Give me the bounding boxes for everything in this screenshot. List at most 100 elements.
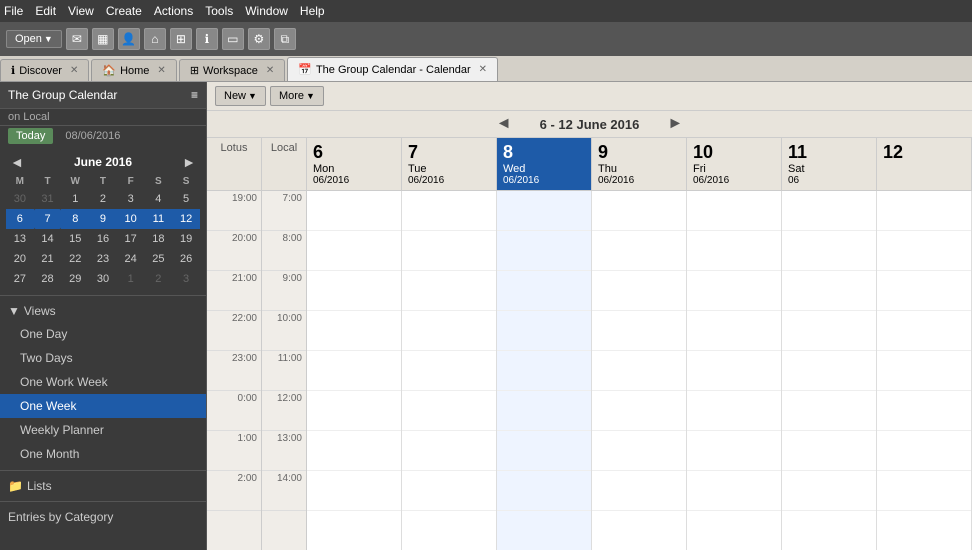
- day-time-slot[interactable]: [592, 191, 686, 231]
- menu-edit[interactable]: Edit: [35, 4, 56, 18]
- mini-cal-day[interactable]: 13: [6, 229, 34, 249]
- day-time-slot[interactable]: [877, 351, 971, 391]
- mini-cal-day[interactable]: 14: [34, 229, 62, 249]
- mini-cal-day[interactable]: 28: [34, 269, 62, 289]
- calendar-day-col[interactable]: [307, 191, 402, 550]
- day-time-slot[interactable]: [497, 231, 591, 271]
- day-time-slot[interactable]: [592, 231, 686, 271]
- day-time-slot[interactable]: [782, 471, 876, 511]
- tab-workspace-close[interactable]: ✕: [266, 65, 274, 76]
- day-time-slot[interactable]: [782, 271, 876, 311]
- apps-icon[interactable]: ⊞: [170, 28, 192, 50]
- day-time-slot[interactable]: [687, 231, 781, 271]
- tab-workspace[interactable]: ⊞ Workspace ✕: [179, 59, 285, 81]
- mini-cal-day[interactable]: 2: [89, 189, 117, 209]
- day-time-slot[interactable]: [877, 471, 971, 511]
- cal-prev-button[interactable]: ◄: [488, 115, 520, 133]
- sidebar-item-one-work-week[interactable]: One Work Week: [0, 370, 206, 394]
- sidebar-item-weekly-planner[interactable]: Weekly Planner: [0, 418, 206, 442]
- mini-cal-day[interactable]: 19: [172, 229, 200, 249]
- mini-cal-day[interactable]: 20: [6, 249, 34, 269]
- mini-cal-day[interactable]: 11: [145, 209, 173, 229]
- day-time-slot[interactable]: [497, 351, 591, 391]
- day-time-slot[interactable]: [402, 191, 496, 231]
- mini-cal-day[interactable]: 18: [145, 229, 173, 249]
- menu-actions[interactable]: Actions: [154, 4, 193, 18]
- tab-home-close[interactable]: ✕: [157, 65, 165, 76]
- mini-cal-day[interactable]: 3: [117, 189, 145, 209]
- day-time-slot[interactable]: [307, 191, 401, 231]
- day-time-slot[interactable]: [402, 431, 496, 471]
- new-button[interactable]: New ▼: [215, 86, 266, 106]
- mini-cal-day[interactable]: 3: [172, 269, 200, 289]
- day-time-slot[interactable]: [877, 271, 971, 311]
- menu-help[interactable]: Help: [300, 4, 325, 18]
- day-time-slot[interactable]: [402, 391, 496, 431]
- tools-icon[interactable]: ⚙: [248, 28, 270, 50]
- tab-discover-close[interactable]: ✕: [70, 65, 78, 76]
- day-time-slot[interactable]: [402, 471, 496, 511]
- day-time-slot[interactable]: [687, 311, 781, 351]
- day-time-slot[interactable]: [307, 351, 401, 391]
- day-time-slot[interactable]: [782, 191, 876, 231]
- monitor-icon[interactable]: ▭: [222, 28, 244, 50]
- mini-cal-next[interactable]: ►: [178, 154, 200, 170]
- open-button[interactable]: Open ▼: [6, 30, 62, 48]
- home-icon[interactable]: ⌂: [144, 28, 166, 50]
- menu-file[interactable]: File: [4, 4, 23, 18]
- day-time-slot[interactable]: [687, 471, 781, 511]
- mini-cal-day[interactable]: 7: [34, 209, 62, 229]
- menu-tools[interactable]: Tools: [205, 4, 233, 18]
- tab-discover[interactable]: ℹ Discover ✕: [0, 59, 89, 81]
- day-time-slot[interactable]: [877, 231, 971, 271]
- today-button[interactable]: Today: [8, 128, 53, 144]
- day-time-slot[interactable]: [877, 311, 971, 351]
- mini-cal-day[interactable]: 30: [6, 189, 34, 209]
- lists-header[interactable]: 📁 Lists: [0, 475, 206, 497]
- day-time-slot[interactable]: [877, 391, 971, 431]
- mini-cal-day[interactable]: 10: [117, 209, 145, 229]
- sidebar-item-two-days[interactable]: Two Days: [0, 346, 206, 370]
- day-time-slot[interactable]: [592, 351, 686, 391]
- menu-view[interactable]: View: [68, 4, 94, 18]
- day-time-slot[interactable]: [782, 351, 876, 391]
- sidebar-item-one-month[interactable]: One Month: [0, 442, 206, 466]
- entries-header[interactable]: Entries by Category: [0, 506, 206, 528]
- day-time-slot[interactable]: [877, 431, 971, 471]
- copy-icon[interactable]: ⧉: [274, 28, 296, 50]
- mini-cal-day[interactable]: 31: [34, 189, 62, 209]
- day-time-slot[interactable]: [782, 431, 876, 471]
- mini-cal-day[interactable]: 4: [145, 189, 173, 209]
- day-time-slot[interactable]: [877, 191, 971, 231]
- day-time-slot[interactable]: [307, 271, 401, 311]
- tab-group-calendar-close[interactable]: ✕: [479, 64, 487, 75]
- day-time-slot[interactable]: [307, 231, 401, 271]
- mini-cal-day[interactable]: 17: [117, 229, 145, 249]
- mini-cal-day[interactable]: 6: [6, 209, 34, 229]
- mini-cal-day[interactable]: 29: [61, 269, 89, 289]
- tab-home[interactable]: 🏠 Home ✕: [91, 59, 176, 81]
- day-time-slot[interactable]: [307, 471, 401, 511]
- calendar-day-col[interactable]: [497, 191, 592, 550]
- contacts-icon[interactable]: 👤: [118, 28, 140, 50]
- sidebar-item-one-week[interactable]: One Week: [0, 394, 206, 418]
- tab-group-calendar[interactable]: 📅 The Group Calendar - Calendar ✕: [287, 57, 498, 81]
- mini-cal-day[interactable]: 8: [61, 209, 89, 229]
- day-time-slot[interactable]: [307, 431, 401, 471]
- day-time-slot[interactable]: [592, 471, 686, 511]
- calendar-day-col[interactable]: [592, 191, 687, 550]
- calendar-day-col[interactable]: [877, 191, 972, 550]
- day-time-slot[interactable]: [592, 311, 686, 351]
- day-time-slot[interactable]: [402, 231, 496, 271]
- day-time-slot[interactable]: [782, 391, 876, 431]
- day-time-slot[interactable]: [497, 271, 591, 311]
- day-time-slot[interactable]: [402, 311, 496, 351]
- day-time-slot[interactable]: [307, 311, 401, 351]
- info-icon[interactable]: ℹ: [196, 28, 218, 50]
- day-time-slot[interactable]: [402, 351, 496, 391]
- more-button[interactable]: More ▼: [270, 86, 324, 106]
- mail-icon[interactable]: ✉: [66, 28, 88, 50]
- mini-cal-day[interactable]: 23: [89, 249, 117, 269]
- day-time-slot[interactable]: [687, 431, 781, 471]
- mini-cal-day[interactable]: 30: [89, 269, 117, 289]
